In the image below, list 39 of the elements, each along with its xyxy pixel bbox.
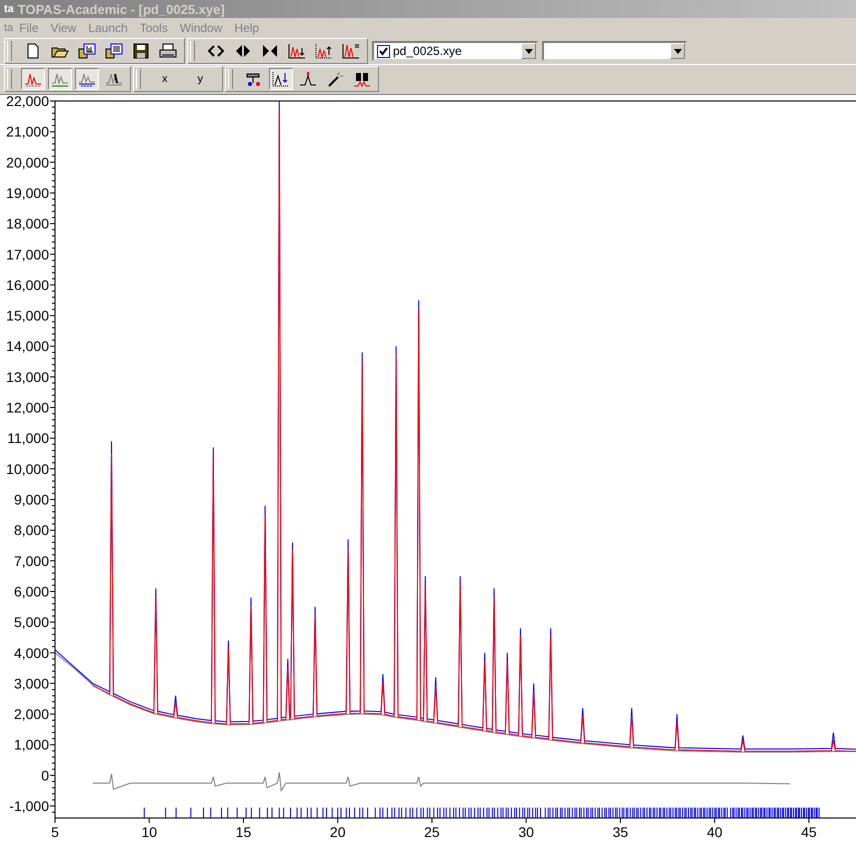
y-tick-label: 2,000: [14, 706, 49, 722]
y-tick-label: 3,000: [14, 675, 49, 692]
y-tick-label: 4,000: [14, 644, 49, 661]
y-tick-label: 1,000: [14, 736, 49, 753]
document-logo: ta: [4, 22, 14, 34]
x-tick-label: 30: [518, 824, 534, 840]
x-coordinate-label: x: [161, 73, 168, 85]
window-title: TOPAS-Academic - [pd_0025.xye]: [18, 2, 225, 17]
y-tick-label: 21,000: [6, 124, 49, 140]
y-tick-label: -1,000: [9, 798, 49, 814]
x-tick-label: 35: [612, 824, 628, 840]
y-coordinate-label: y: [196, 73, 204, 85]
x-tick-label: 5: [51, 824, 59, 840]
y-tick-label: 8,000: [14, 522, 49, 538]
y-tick-label: 17,000: [6, 246, 49, 262]
y-tick-label: 19,000: [6, 184, 49, 201]
x-tick-label: 10: [141, 824, 158, 840]
y-tick-label: 0: [41, 767, 49, 784]
y-tick-label: 5,000: [14, 614, 49, 630]
x-tick-label: 15: [236, 824, 252, 840]
y-tick-label: 14,000: [6, 338, 49, 354]
y-tick-label: 22,000: [6, 95, 49, 109]
app-logo: ta: [4, 3, 14, 16]
x-tick-label: 20: [330, 824, 346, 840]
y-tick-label: 9,000: [14, 492, 49, 508]
y-tick-label: 16,000: [6, 276, 49, 293]
x-tick-label: 40: [706, 824, 722, 840]
x-tick-label: 45: [801, 824, 817, 840]
y-tick-label: 13,000: [6, 368, 49, 385]
y-tick-label: 20,000: [6, 154, 49, 170]
x-tick-label: 25: [424, 824, 440, 840]
y-tick-label: 7,000: [14, 552, 49, 569]
y-tick-label: 6,000: [14, 583, 49, 600]
y-tick-label: 18,000: [6, 216, 49, 232]
y-tick-label: 11,000: [7, 430, 49, 446]
y-tick-label: 15,000: [6, 308, 49, 324]
y-tick-label: 10,000: [6, 460, 49, 477]
file-name: pd_0025.xye: [393, 44, 463, 58]
y-tick-label: 12,000: [6, 400, 49, 416]
